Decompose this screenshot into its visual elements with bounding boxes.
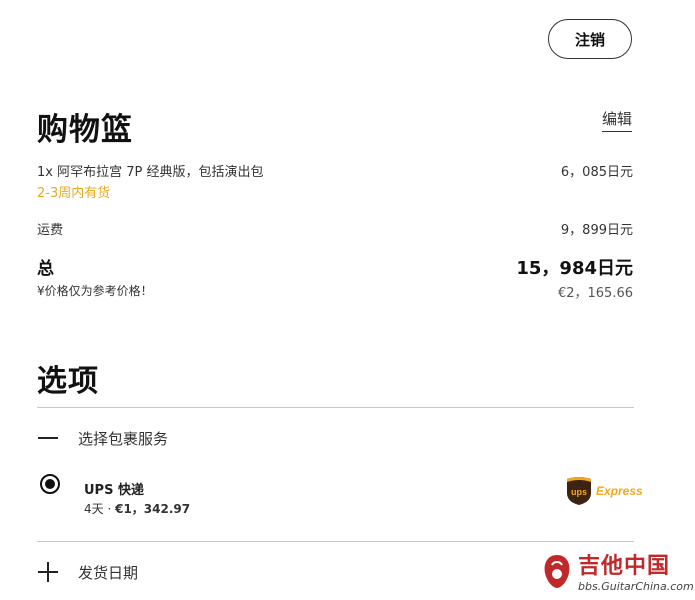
- watermark-title: 吉他中国: [578, 554, 671, 579]
- price-reference-note: ¥价格仅为参考价格！: [37, 284, 153, 298]
- watermark-url: bbs.GuitarChina.com: [578, 580, 694, 593]
- divider: [37, 407, 634, 408]
- delivery-date-section-toggle[interactable]: 发货日期: [37, 561, 138, 583]
- ups-shield-icon: ups: [567, 477, 591, 505]
- availability-text: 2-3周内有货: [37, 186, 111, 201]
- parcel-service-label: 选择包裹服务: [78, 429, 169, 448]
- shipping-price: 9，899日元: [560, 223, 633, 238]
- shipping-label: 运费: [37, 223, 64, 238]
- total-label: 总: [37, 259, 54, 279]
- cart-item-price: 6，085日元: [560, 165, 633, 180]
- ups-express-logo: ups Express: [566, 476, 643, 506]
- options-title: 选项: [37, 364, 99, 399]
- watermark: 吉他中国 bbs.GuitarChina.com: [540, 548, 694, 593]
- ups-service-name: UPS 快递: [84, 483, 144, 498]
- cart-title: 购物篮: [37, 112, 133, 148]
- ups-express-text: Express: [596, 484, 643, 498]
- radio-selected-dot: [45, 479, 55, 489]
- ups-price: €1，342.97: [115, 502, 191, 516]
- guitar-logo-icon: [544, 554, 570, 588]
- parcel-service-section-toggle[interactable]: 选择包裹服务: [37, 427, 168, 449]
- edit-link[interactable]: 编辑: [602, 108, 633, 132]
- delivery-date-label: 发货日期: [78, 563, 139, 582]
- ups-logo-letters: ups: [571, 487, 587, 497]
- cart-item-description: 1x 阿罕布拉宫 7P 经典版，包括演出包: [37, 165, 264, 180]
- ups-delivery-days: 4天 ·: [84, 502, 116, 516]
- ups-service-detail: 4天 · €1，342.97: [84, 500, 190, 517]
- total-eur-value: €2，165.66: [557, 286, 633, 301]
- divider: [37, 541, 634, 542]
- ups-radio[interactable]: [40, 474, 60, 494]
- logout-button[interactable]: 注销: [548, 19, 632, 59]
- minus-icon: [37, 427, 59, 449]
- plus-icon: [37, 561, 59, 583]
- total-value: 15，984日元: [516, 258, 633, 279]
